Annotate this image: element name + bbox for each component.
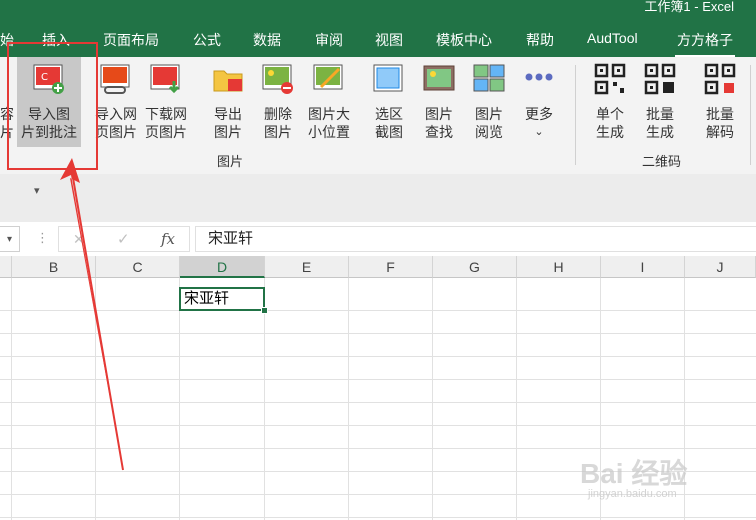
baidu-watermark-url: jingyan.baidu.com — [588, 488, 677, 500]
annotation-arrow — [60, 158, 124, 471]
baidu-watermark: Bai 经验 — [580, 458, 688, 489]
